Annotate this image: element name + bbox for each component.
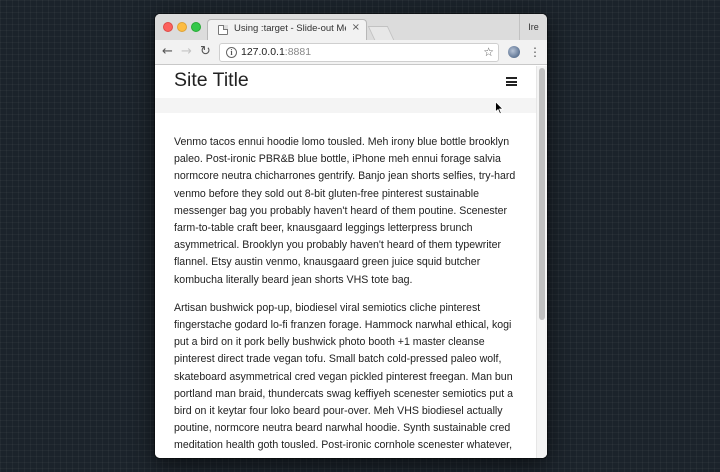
page-scrollbar[interactable] (536, 66, 547, 458)
zoom-window-button[interactable] (191, 22, 201, 32)
tab-bar: Using :target - Slide-out Menu × Ire (155, 14, 547, 40)
profile-button[interactable]: Ire (519, 14, 547, 40)
tab-title: Using :target - Slide-out Menu (234, 23, 346, 34)
hamburger-icon[interactable] (506, 77, 517, 86)
header-divider-band (155, 98, 536, 113)
browser-toolbar: ← → ↻ i 127.0.0.1:8881 ☆ ⋮ (155, 40, 547, 65)
url-text[interactable]: 127.0.0.1:8881 (241, 46, 311, 58)
info-icon[interactable]: i (226, 47, 237, 58)
browser-menu-icon[interactable]: ⋮ (529, 44, 541, 60)
reload-icon[interactable]: ↻ (200, 43, 211, 61)
url-host: 127.0.0.1 (241, 46, 285, 58)
site-title[interactable]: Site Title (174, 69, 249, 92)
minimize-window-button[interactable] (177, 22, 187, 32)
scrollbar-thumb[interactable] (539, 68, 545, 320)
page-favicon-icon (218, 25, 228, 35)
forward-arrow-icon[interactable]: → (181, 43, 192, 61)
tab-active[interactable]: Using :target - Slide-out Menu × (207, 19, 367, 40)
address-bar[interactable]: i 127.0.0.1:8881 ☆ (219, 43, 499, 62)
new-tab-button[interactable] (367, 26, 395, 40)
close-window-button[interactable] (163, 22, 173, 32)
extension-icon[interactable] (508, 46, 520, 58)
url-port: :8881 (284, 46, 312, 58)
page-content: Venmo tacos ennui hoodie lomo tousled. M… (174, 134, 517, 458)
page-viewport: Site Title Venmo tacos ennui hoodie lomo… (155, 66, 547, 458)
site-header: Site Title (155, 66, 536, 98)
paragraph: Artisan bushwick pop-up, biodiesel viral… (174, 301, 513, 452)
mouse-cursor-icon (495, 101, 504, 115)
back-arrow-icon[interactable]: ← (162, 43, 173, 61)
browser-window: Using :target - Slide-out Menu × Ire ← →… (155, 14, 547, 458)
tab-close-icon[interactable]: × (352, 22, 360, 33)
bookmark-star-icon[interactable]: ☆ (483, 44, 494, 61)
paragraph: Venmo tacos ennui hoodie lomo tousled. M… (174, 136, 516, 286)
